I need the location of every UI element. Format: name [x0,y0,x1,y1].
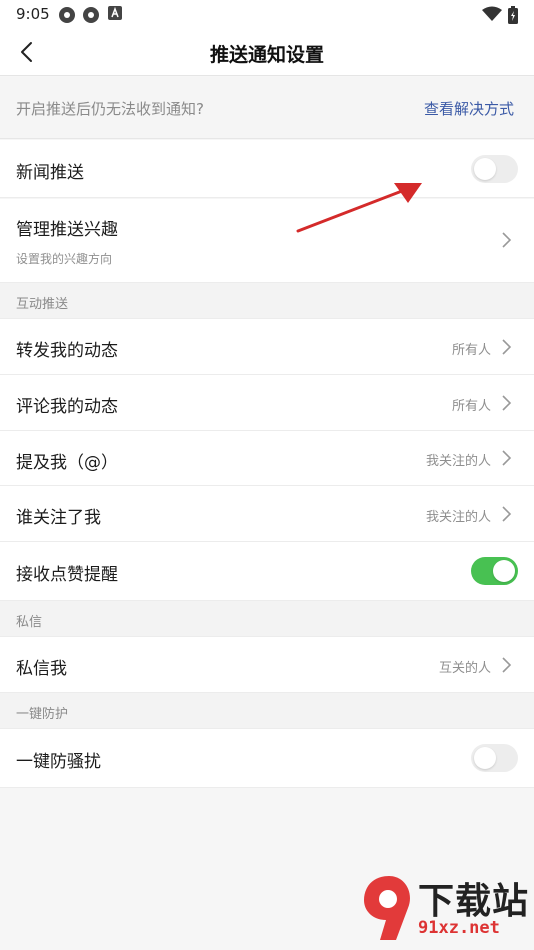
circle-icon [83,7,99,23]
battery-charging-icon [508,6,518,24]
private-message-value: 互关的人 [438,661,491,676]
chevron-right-icon [502,339,512,355]
section-interaction: 互动推送 [0,283,534,319]
toggle-knob [493,560,515,582]
comment-label: 评论我的动态 [16,397,118,417]
mention-label: 提及我（@） [16,453,118,473]
chevron-right-icon [502,395,512,411]
view-solution-link[interactable]: 查看解决方式 [424,98,514,119]
watermark-logo-icon [364,876,410,940]
section-title: 互动推送 [16,297,69,312]
chevron-right-icon [502,232,512,248]
annotation-arrow-icon [296,183,422,233]
anti-harass-row: 一键防骚扰 [0,729,534,788]
page-title: 推送通知设置 [209,44,324,66]
follower-row[interactable]: 谁关注了我 我关注的人 [0,486,534,542]
mention-row[interactable]: 提及我（@） 我关注的人 [0,431,534,486]
private-message-row[interactable]: 私信我 互关的人 [0,637,534,693]
a-box-icon [108,6,122,20]
comment-row[interactable]: 评论我的动态 所有人 [0,375,534,431]
news-push-row: 新闻推送 [0,140,534,198]
repost-row[interactable]: 转发我的动态 所有人 [0,319,534,375]
circle-icon [59,7,75,23]
watermark: 下载站 91xz.net [360,870,530,946]
watermark-text: 下载站 [418,881,530,922]
app-header: 推送通知设置 [0,28,534,76]
like-reminder-row: 接收点赞提醒 [0,542,534,601]
news-push-label: 新闻推送 [16,163,84,183]
mention-value: 我关注的人 [425,454,491,469]
repost-value: 所有人 [451,343,491,358]
toggle-knob [474,158,496,180]
help-text: 开启推送后仍无法收到通知? [16,100,204,118]
watermark-url: 91xz.net [418,918,500,938]
section-private-message: 私信 [0,601,534,637]
help-banner: 开启推送后仍无法收到通知? 查看解决方式 [0,77,534,139]
like-reminder-toggle[interactable] [471,557,518,585]
screen: 9:05 推送通知设置 开启推送后仍无法收到通知? 查看解决方式 新闻推送 管理… [0,0,534,950]
status-bar: 9:05 [0,0,534,28]
manage-interest-sub: 设置我的兴趣方向 [16,252,113,266]
toggle-knob [474,747,496,769]
chevron-right-icon [502,657,512,673]
comment-value: 所有人 [451,399,491,414]
repost-label: 转发我的动态 [16,341,118,361]
manage-interest-row[interactable]: 管理推送兴趣 设置我的兴趣方向 [0,199,534,283]
section-title: 私信 [16,615,43,630]
chevron-right-icon [502,506,512,522]
news-push-toggle[interactable] [471,155,518,183]
anti-harass-toggle[interactable] [471,744,518,772]
wifi-icon [482,6,502,21]
chevron-right-icon [502,450,512,466]
follower-label: 谁关注了我 [16,508,101,528]
section-title: 一键防护 [16,707,69,722]
private-message-label: 私信我 [16,659,67,679]
like-reminder-label: 接收点赞提醒 [16,565,118,585]
status-time: 9:05 [16,5,50,23]
follower-value: 我关注的人 [425,510,491,525]
anti-harass-label: 一键防骚扰 [16,752,101,772]
section-protection: 一键防护 [0,693,534,729]
manage-interest-label: 管理推送兴趣 [16,220,118,240]
